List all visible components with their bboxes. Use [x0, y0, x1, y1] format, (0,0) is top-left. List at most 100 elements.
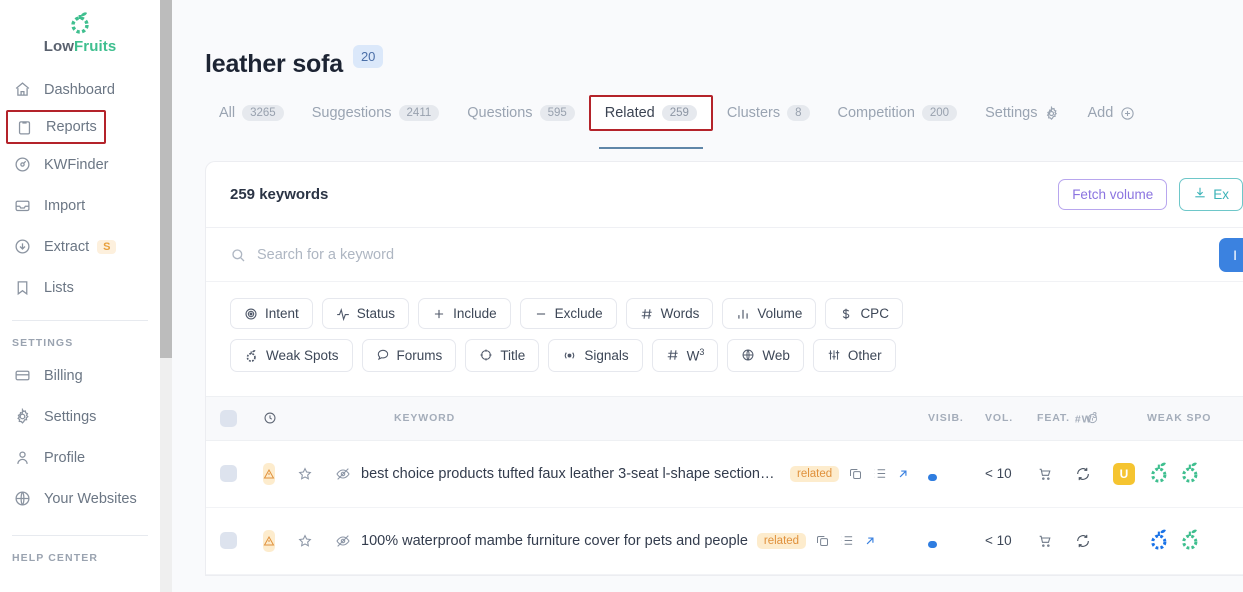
- filter-chip-words[interactable]: Words: [625, 298, 714, 329]
- filter-chip-status[interactable]: Status: [321, 298, 410, 329]
- filter-chip-intent[interactable]: Intent: [230, 298, 313, 329]
- sidebar-item-dashboard[interactable]: Dashboard: [0, 69, 160, 110]
- sidebar-section-help: HELP CENTER: [12, 552, 98, 564]
- filter-chip-web[interactable]: Web: [727, 339, 804, 372]
- weak-spot-fruit-icon: [1147, 460, 1171, 488]
- star-icon[interactable]: [297, 533, 313, 549]
- chip-label: W3: [686, 347, 705, 364]
- filter-chip-forums[interactable]: Forums: [361, 339, 457, 372]
- brand-fruits: Fruits: [74, 38, 117, 55]
- copy-icon[interactable]: [848, 466, 863, 481]
- search-submit-button[interactable]: I: [1219, 237, 1243, 272]
- tab-label: Settings: [985, 105, 1038, 121]
- filter-chip-w3[interactable]: W3: [651, 339, 719, 372]
- gear-icon: [1044, 105, 1059, 121]
- filter-chip-cpc[interactable]: CPC: [825, 298, 903, 329]
- list-icon[interactable]: [839, 533, 854, 548]
- sidebar-scrollbar-thumb[interactable]: [160, 0, 172, 358]
- external-link-icon[interactable]: [863, 534, 877, 548]
- crosshair-icon: [479, 348, 493, 362]
- keyword-tag: related: [756, 532, 807, 549]
- app-root: LowFruits Dashboard Reports KWFinder Imp…: [0, 0, 1243, 592]
- plus-icon: [432, 307, 446, 321]
- tab-clusters[interactable]: Clusters 8: [713, 97, 824, 129]
- select-all-checkbox[interactable]: [220, 409, 237, 427]
- sidebar-item-label: Profile: [44, 449, 86, 466]
- chip-label: Words: [660, 306, 700, 321]
- filter-chip-volume[interactable]: Volume: [722, 298, 817, 329]
- warning-icon[interactable]: [263, 529, 275, 552]
- dollar-icon: [839, 307, 853, 321]
- header-volume[interactable]: VOL.: [985, 412, 1037, 424]
- sidebar-item-settings[interactable]: Settings: [0, 396, 160, 437]
- row-volume-cell: < 10: [985, 533, 1012, 548]
- tab-suggestions[interactable]: Suggestions 2411: [298, 97, 454, 129]
- export-button[interactable]: Ex: [1179, 178, 1243, 211]
- chip-label: Include: [453, 306, 497, 321]
- tab-bar: All 3265 Suggestions 2411 Questions 595 …: [205, 95, 1243, 149]
- tab-related[interactable]: Related 259: [588, 95, 713, 149]
- info-icon[interactable]: [1087, 413, 1098, 424]
- sidebar-item-extract[interactable]: Extract S: [0, 226, 160, 267]
- search-input[interactable]: [257, 246, 637, 263]
- header-visibility[interactable]: VISIB.: [928, 412, 985, 424]
- tab-competition[interactable]: Competition 200: [824, 97, 972, 129]
- filter-chip-include[interactable]: Include: [418, 298, 511, 329]
- brand-logo[interactable]: LowFruits: [0, 0, 160, 55]
- sidebar-section-settings: SETTINGS: [12, 337, 74, 349]
- sidebar-item-label: Dashboard: [44, 81, 115, 98]
- row-keyword-cell[interactable]: best choice products tufted faux leather…: [349, 465, 928, 482]
- row-checkbox[interactable]: [220, 465, 237, 482]
- select-all-checkbox-cell[interactable]: [206, 409, 249, 427]
- card-actions: Fetch volume Ex: [1058, 178, 1243, 211]
- keyword-tag: related: [790, 465, 840, 482]
- refresh-icon[interactable]: [1075, 533, 1091, 549]
- copy-icon[interactable]: [815, 533, 830, 548]
- sidebar-item-import[interactable]: Import: [0, 185, 160, 226]
- tab-questions[interactable]: Questions 595: [453, 97, 588, 129]
- compass-icon: [12, 155, 32, 175]
- sidebar-item-kwfinder[interactable]: KWFinder: [0, 144, 160, 185]
- chip-label: Title: [500, 347, 526, 363]
- filter-chip-exclude[interactable]: Exclude: [519, 298, 617, 329]
- sidebar-item-label: Your Websites: [44, 490, 137, 507]
- sidebar-item-your-websites[interactable]: Your Websites: [0, 478, 160, 519]
- row-checkbox-cell[interactable]: [206, 532, 249, 549]
- filter-chip-weak-spots[interactable]: Weak Spots: [230, 339, 353, 372]
- row-checkbox[interactable]: [220, 532, 237, 549]
- external-link-icon[interactable]: [896, 467, 910, 481]
- refresh-icon[interactable]: [1075, 466, 1091, 482]
- search-row: I: [206, 228, 1243, 282]
- header-features[interactable]: FEAT. #W3: [1037, 411, 1147, 425]
- warning-icon[interactable]: [263, 462, 275, 485]
- chip-label: Signals: [584, 347, 629, 363]
- row-keyword-cell[interactable]: 100% waterproof mambe furniture cover fo…: [349, 532, 928, 549]
- sidebar-item-reports[interactable]: Reports: [6, 110, 106, 144]
- header-weak-spots[interactable]: WEAK SPO: [1147, 412, 1243, 424]
- hash-icon: [640, 307, 654, 321]
- sidebar-item-billing[interactable]: Billing: [0, 355, 160, 396]
- filter-chip-other[interactable]: Other: [812, 339, 896, 372]
- weak-spot-fruit-icon: [1178, 460, 1202, 488]
- tab-settings[interactable]: Settings: [971, 97, 1073, 129]
- list-icon[interactable]: [872, 466, 887, 481]
- shopping-cart-icon[interactable]: [1037, 533, 1053, 549]
- filter-chip-title[interactable]: Title: [465, 339, 540, 372]
- star-icon[interactable]: [297, 466, 313, 482]
- u-badge[interactable]: U: [1113, 462, 1135, 485]
- row-weak-spots-cell: [1147, 527, 1243, 555]
- table-row[interactable]: 100% waterproof mambe furniture cover fo…: [206, 508, 1243, 575]
- tab-all[interactable]: All 3265: [205, 97, 298, 129]
- person-icon: [12, 448, 32, 468]
- tab-add[interactable]: Add: [1073, 97, 1149, 129]
- clock-icon[interactable]: [263, 411, 277, 425]
- sidebar-item-profile[interactable]: Profile: [0, 437, 160, 478]
- sidebar-item-lists[interactable]: Lists: [0, 267, 160, 308]
- shopping-cart-icon[interactable]: [1037, 466, 1053, 482]
- row-checkbox-cell[interactable]: [206, 465, 249, 482]
- fetch-volume-button[interactable]: Fetch volume: [1058, 179, 1168, 210]
- sliders-icon: [827, 348, 841, 362]
- table-row[interactable]: best choice products tufted faux leather…: [206, 441, 1243, 508]
- header-keyword[interactable]: KEYWORD: [349, 412, 928, 424]
- filter-chip-signals[interactable]: Signals: [548, 339, 643, 372]
